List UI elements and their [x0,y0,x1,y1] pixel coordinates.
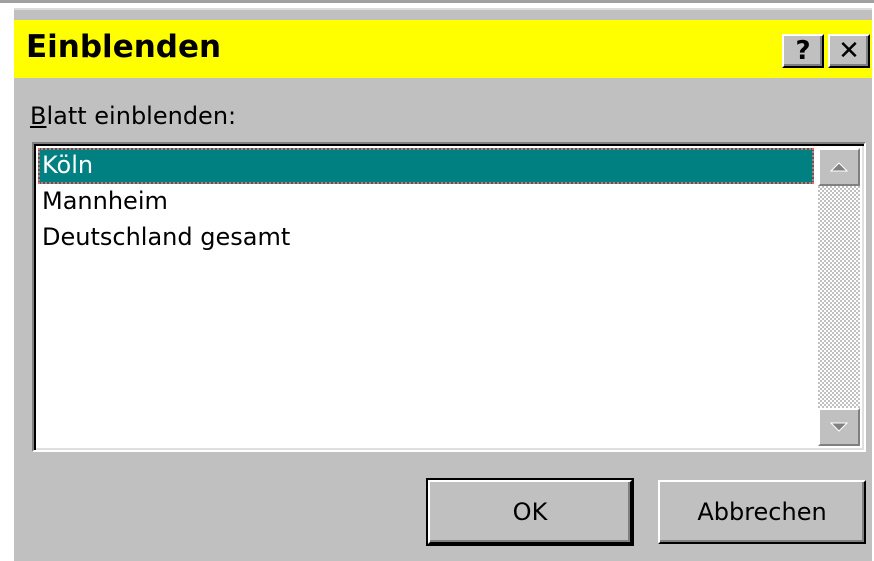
vertical-scrollbar[interactable] [818,148,860,446]
ok-button[interactable]: OK [426,478,634,546]
close-button[interactable]: ✕ [828,34,870,68]
dialog-title: Einblenden [26,29,222,65]
cancel-button[interactable]: Abbrechen [658,480,866,544]
close-icon: ✕ [838,36,860,66]
triangle-up-icon [830,162,848,172]
triangle-down-icon [830,422,848,432]
list-item-deutschland-gesamt[interactable]: Deutschland gesamt [38,220,814,256]
list-item-koeln[interactable]: Köln [38,148,814,184]
label-text: latt einblenden: [46,102,237,130]
unhide-dialog: Einblenden ? ✕ Blatt einblenden: Köln Ma… [14,8,872,561]
list-items: Köln Mannheim Deutschland gesamt [38,148,814,256]
sheet-listbox[interactable]: Köln Mannheim Deutschland gesamt [32,142,866,452]
top-edge-line [0,0,874,3]
label-mnemonic: B [30,102,47,130]
sheet-list-label: Blatt einblenden: [30,102,236,130]
list-item-mannheim[interactable]: Mannheim [38,184,814,220]
scroll-up-button[interactable] [818,148,860,186]
help-icon: ? [795,36,811,66]
scroll-down-button[interactable] [818,408,860,446]
help-button[interactable]: ? [782,34,824,68]
title-bar[interactable]: Einblenden ? ✕ [14,20,872,78]
